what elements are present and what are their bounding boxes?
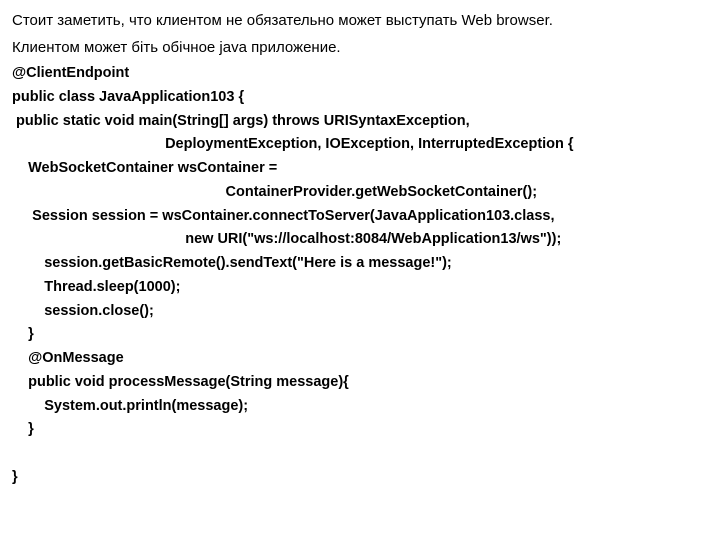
code-line-6: ContainerProvider.getWebSocketContainer(… — [12, 182, 708, 204]
code-line-13: @OnMessage — [12, 348, 708, 370]
intro-text-line2: Клиентом может біть обічное java приложе… — [12, 37, 708, 60]
code-line-16: } — [12, 419, 708, 441]
code-line-18: } — [12, 467, 708, 489]
code-line-5: WebSocketContainer wsContainer = — [12, 158, 708, 180]
intro-text-line1: Стоит заметить, что клиентом не обязател… — [12, 10, 708, 33]
code-line-17 — [12, 443, 708, 465]
code-line-12: } — [12, 324, 708, 346]
code-line-15: System.out.println(message); — [12, 396, 708, 418]
code-line-10: Thread.sleep(1000); — [12, 277, 708, 299]
code-line-4: DeploymentException, IOException, Interr… — [12, 134, 708, 156]
code-line-3: public static void main(String[] args) t… — [12, 111, 708, 133]
code-line-7: Session session = wsContainer.connectToS… — [12, 206, 708, 228]
code-line-2: public class JavaApplication103 { — [12, 87, 708, 109]
code-line-11: session.close(); — [12, 301, 708, 323]
code-line-8: new URI("ws://localhost:8084/WebApplicat… — [12, 229, 708, 251]
code-line-14: public void processMessage(String messag… — [12, 372, 708, 394]
code-line-1: @ClientEndpoint — [12, 63, 708, 85]
code-line-9: session.getBasicRemote().sendText("Here … — [12, 253, 708, 275]
